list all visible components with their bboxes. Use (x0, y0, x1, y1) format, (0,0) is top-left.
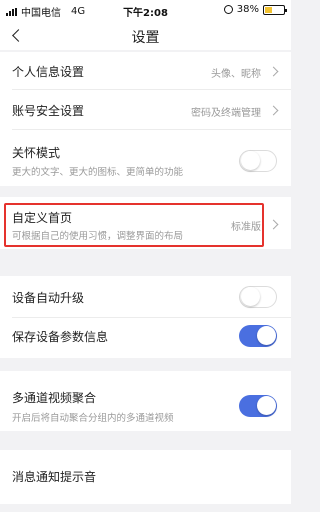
alarm-icon (223, 5, 233, 14)
account-security-label: 账号安全设置 (12, 104, 85, 118)
multi-channel-description: 开启后将自动聚合分组内的多通道视频 (12, 413, 174, 424)
battery-percent: 38% (236, 4, 259, 15)
custom-home-description: 可根据自己的使用习惯，调整界面的布局 (12, 231, 184, 242)
auto-upgrade-label: 设备自动升级 (12, 291, 85, 305)
care-mode-label: 关怀模式 (12, 146, 61, 160)
toggle-knob (257, 396, 276, 415)
personal-info-label: 个人信息设置 (12, 65, 85, 79)
auto-upgrade-toggle[interactable] (239, 286, 277, 308)
save-params-label: 保存设备参数信息 (12, 330, 109, 344)
chevron-right-icon (268, 105, 279, 116)
care-mode-toggle[interactable] (239, 150, 277, 172)
row-auto-upgrade: 设备自动升级 (0, 276, 291, 318)
row-personal-info[interactable]: 个人信息设置 头像、昵称 (0, 52, 291, 90)
notification-sound-label: 消息通知提示音 (12, 470, 97, 484)
row-save-params: 保存设备参数信息 (0, 318, 291, 358)
chevron-right-icon (268, 66, 279, 77)
care-mode-description: 更大的文字、更大的图标、更简单的功能 (12, 167, 184, 178)
row-account-security[interactable]: 账号安全设置 密码及终端管理 (0, 90, 291, 130)
toggle-knob (257, 326, 276, 345)
custom-home-label: 自定义首页 (12, 211, 73, 225)
multi-channel-toggle[interactable] (239, 395, 277, 417)
row-notification-sound[interactable]: 消息通知提示音 (0, 450, 291, 504)
account-security-value: 密码及终端管理 (191, 108, 261, 119)
save-params-toggle[interactable] (239, 325, 277, 347)
battery-icon (263, 4, 287, 15)
nav-bar: 设置 (0, 20, 291, 50)
toggle-knob (241, 287, 260, 306)
row-care-mode: 关怀模式 更大的文字、更大的图标、更简单的功能 (0, 130, 291, 186)
status-bar: 中国电信 4G 下午2:08 38% (0, 0, 291, 20)
page-title: 设置 (131, 30, 160, 46)
status-right: 38% (223, 4, 287, 15)
row-multi-channel: 多通道视频聚合 开启后将自动聚合分组内的多通道视频 (0, 371, 291, 431)
multi-channel-label: 多通道视频聚合 (12, 391, 97, 405)
personal-info-value: 头像、昵称 (211, 69, 261, 80)
toggle-knob (241, 151, 260, 170)
custom-home-value: 标准版 (231, 222, 261, 233)
chevron-right-icon (268, 219, 279, 230)
row-custom-home[interactable]: 自定义首页 可根据自己的使用习惯，调整界面的布局 标准版 (0, 197, 291, 249)
